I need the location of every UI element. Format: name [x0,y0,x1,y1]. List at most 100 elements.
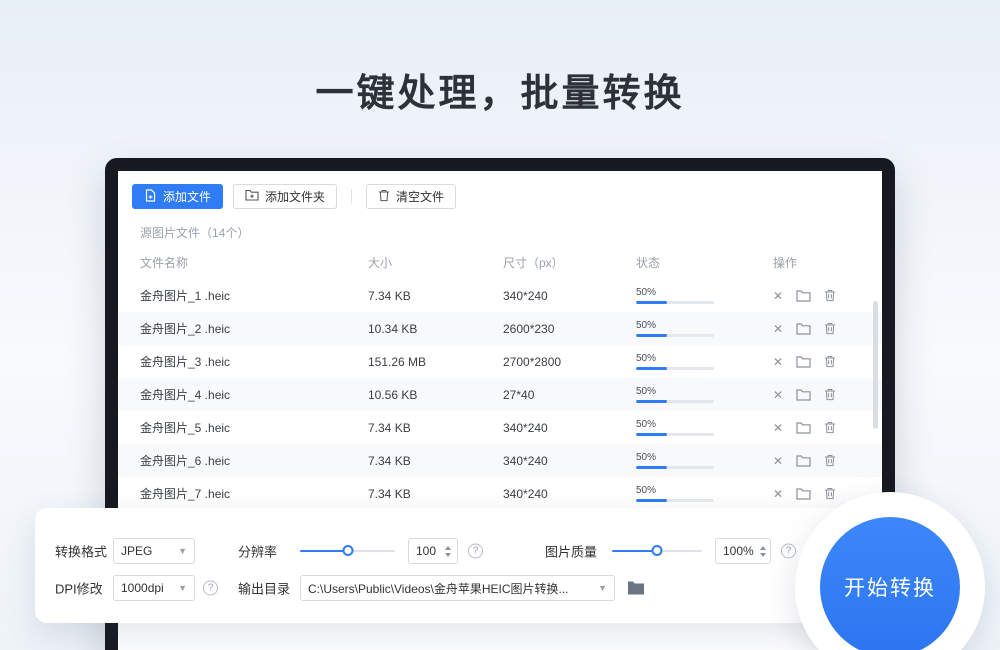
col-header-dimensions: 尺寸（px） [503,254,636,271]
row-actions: ✕ [773,322,864,335]
resolution-label: 分辨率 [238,542,277,561]
open-folder-icon[interactable] [796,355,811,368]
spinner-arrows[interactable] [439,546,457,557]
toolbar: 添加文件 添加文件夹 清空文件 [118,171,882,209]
add-file-label: 添加文件 [163,188,211,205]
progress-bar [636,367,714,370]
col-header-size: 大小 [368,254,503,271]
row-actions: ✕ [773,355,864,368]
file-name: 金舟图片_3 .heic [140,353,368,370]
chevron-down-icon: ▼ [178,583,187,593]
remove-file-icon[interactable]: ✕ [773,356,783,368]
dpi-help-icon[interactable]: ? [203,581,218,596]
progress-bar [636,466,714,469]
open-folder-icon[interactable] [796,421,811,434]
file-name: 金舟图片_5 .heic [140,419,368,436]
resolution-slider[interactable] [300,544,395,558]
progress-label: 50% [636,486,714,496]
progress-bar [636,301,714,304]
progress-label: 50% [636,288,714,298]
col-header-status: 状态 [636,254,773,271]
remove-file-icon[interactable]: ✕ [773,422,783,434]
output-dir-select[interactable]: C:\Users\Public\Videos\金舟苹果HEIC图片转换... ▼ [300,575,615,601]
dpi-select[interactable]: 1000dpi ▼ [113,575,195,601]
open-folder-icon[interactable] [796,289,811,302]
table-row: 金舟图片_6 .heic 7.34 KB 340*240 50% ✕ [118,444,882,477]
progress-cell: 50% [636,288,714,304]
dpi-label: DPI修改 [55,579,103,598]
file-dims: 2700*2800 [503,355,636,369]
spinner-arrows[interactable] [754,546,772,557]
format-label: 转换格式 [55,542,107,561]
output-dir-label: 输出目录 [238,579,290,598]
remove-file-icon[interactable]: ✕ [773,455,783,467]
file-dims: 2600*230 [503,322,636,336]
remove-file-icon[interactable]: ✕ [773,290,783,302]
progress-bar [636,499,714,502]
table-header: 文件名称 大小 尺寸（px） 状态 操作 [118,245,882,279]
folder-plus-icon [245,189,259,204]
format-value: JPEG [121,544,152,558]
file-size: 151.26 MB [368,355,503,369]
scrollbar[interactable] [873,301,878,429]
format-select[interactable]: JPEG ▼ [113,538,195,564]
open-folder-icon[interactable] [796,487,811,500]
file-dims: 27*40 [503,388,636,402]
delete-file-icon[interactable] [824,322,836,335]
progress-cell: 50% [636,453,714,469]
remove-file-icon[interactable]: ✕ [773,389,783,401]
open-folder-icon[interactable] [796,454,811,467]
progress-cell: 50% [636,354,714,370]
col-header-actions: 操作 [773,254,864,271]
progress-label: 50% [636,354,714,364]
file-plus-icon [144,189,157,205]
file-name: 金舟图片_2 .heic [140,320,368,337]
browse-folder-icon[interactable] [627,581,645,596]
quality-help-icon[interactable]: ? [781,544,796,559]
delete-file-icon[interactable] [824,421,836,434]
slider-knob[interactable] [652,545,663,556]
delete-file-icon[interactable] [824,355,836,368]
delete-file-icon[interactable] [824,454,836,467]
table-row: 金舟图片_3 .heic 151.26 MB 2700*2800 50% ✕ [118,345,882,378]
progress-label: 50% [636,321,714,331]
remove-file-icon[interactable]: ✕ [773,488,783,500]
progress-label: 50% [636,387,714,397]
progress-label: 50% [636,420,714,430]
progress-cell: 50% [636,420,714,436]
progress-cell: 50% [636,321,714,337]
open-folder-icon[interactable] [796,388,811,401]
resolution-stepper[interactable]: 100 [408,538,458,564]
clear-files-button[interactable]: 清空文件 [366,184,456,209]
resolution-value: 100 [409,544,439,558]
add-folder-label: 添加文件夹 [265,188,325,205]
col-header-filename: 文件名称 [140,254,368,271]
file-name: 金舟图片_1 .heic [140,287,368,304]
file-size: 10.56 KB [368,388,503,402]
delete-file-icon[interactable] [824,487,836,500]
file-size: 7.34 KB [368,487,503,501]
source-files-count: 源图片文件（14个） [140,224,882,241]
progress-bar [636,400,714,403]
chevron-down-icon: ▼ [598,583,607,593]
file-size: 7.34 KB [368,421,503,435]
table-row: 金舟图片_7 .heic 7.34 KB 340*240 50% ✕ [118,477,882,510]
start-conversion-button[interactable]: 开始转换 [820,517,960,650]
remove-file-icon[interactable]: ✕ [773,323,783,335]
slider-knob[interactable] [342,545,353,556]
file-name: 金舟图片_6 .heic [140,452,368,469]
dpi-value: 1000dpi [121,581,164,595]
add-folder-button[interactable]: 添加文件夹 [233,184,337,209]
open-folder-icon[interactable] [796,322,811,335]
quality-label: 图片质量 [545,542,597,561]
row-actions: ✕ [773,454,864,467]
quality-slider[interactable] [612,544,702,558]
row-actions: ✕ [773,421,864,434]
resolution-help-icon[interactable]: ? [468,544,483,559]
quality-stepper[interactable]: 100% [715,538,771,564]
delete-file-icon[interactable] [824,388,836,401]
add-file-button[interactable]: 添加文件 [132,184,223,209]
clear-files-label: 清空文件 [396,188,444,205]
file-size: 7.34 KB [368,454,503,468]
delete-file-icon[interactable] [824,289,836,302]
